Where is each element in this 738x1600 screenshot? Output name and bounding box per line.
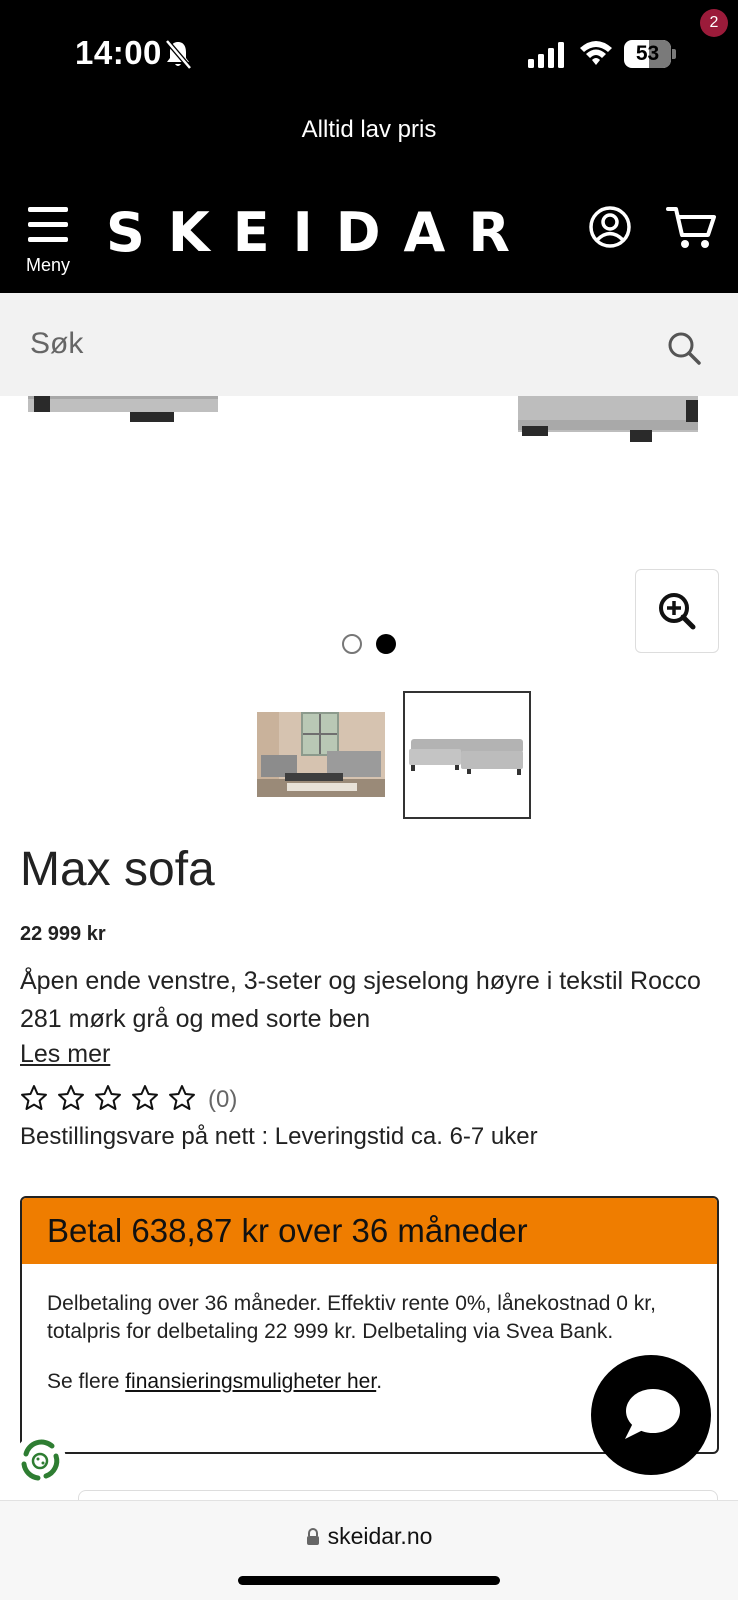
battery-indicator: 53 bbox=[624, 40, 676, 68]
star-icon bbox=[58, 1085, 84, 1110]
site-header: Meny SKEIDAR bbox=[0, 185, 738, 293]
zoom-button[interactable] bbox=[635, 569, 719, 653]
financing-options-link[interactable]: finansieringsmuligheter her bbox=[125, 1370, 376, 1393]
financing-more-suffix: . bbox=[376, 1370, 383, 1393]
browser-address-bar[interactable]: skeidar.no bbox=[0, 1500, 738, 1600]
home-indicator[interactable] bbox=[238, 1576, 500, 1585]
eco-recycle-icon[interactable] bbox=[12, 1432, 68, 1488]
read-more-link[interactable]: Les mer bbox=[20, 1040, 110, 1069]
url-text: skeidar.no bbox=[327, 1523, 433, 1549]
cart-count-badge: 2 bbox=[700, 9, 728, 37]
wifi-icon bbox=[580, 41, 612, 65]
product-price: 22 999 kr bbox=[20, 923, 106, 945]
status-bar: 14:00 53 bbox=[0, 0, 738, 105]
thumbnail-room[interactable] bbox=[257, 691, 385, 819]
url-display[interactable]: skeidar.no bbox=[0, 1523, 738, 1550]
star-icon bbox=[169, 1085, 195, 1110]
chat-bubble-icon bbox=[625, 1389, 680, 1439]
battery-level: 53 bbox=[635, 42, 660, 65]
financing-terms: Delbetaling over 36 måneder. Effektiv re… bbox=[47, 1292, 656, 1343]
financing-more-prefix: Se flere bbox=[47, 1370, 126, 1393]
carousel-dot-2[interactable] bbox=[376, 634, 396, 654]
site-logo[interactable]: SKEIDAR bbox=[106, 201, 533, 264]
product-title: Max sofa bbox=[20, 843, 215, 896]
carousel-dots bbox=[342, 634, 402, 654]
promo-banner: Alltid lav pris bbox=[0, 105, 738, 185]
account-icon[interactable] bbox=[588, 205, 632, 249]
chat-button[interactable] bbox=[591, 1355, 711, 1475]
rating-count: (0) bbox=[208, 1086, 238, 1113]
lock-icon bbox=[306, 1528, 319, 1545]
search-icon[interactable] bbox=[666, 330, 702, 366]
cellular-signal-icon bbox=[528, 42, 564, 68]
carousel-dot-1[interactable] bbox=[342, 634, 362, 654]
menu-button[interactable]: Meny bbox=[20, 205, 76, 285]
star-icon bbox=[21, 1085, 47, 1110]
hamburger-icon bbox=[28, 207, 68, 245]
product-description: Åpen ende venstre, 3-seter og sjeselong … bbox=[20, 967, 701, 1033]
bell-off-icon bbox=[165, 39, 192, 70]
financing-headline: Betal 638,87 kr over 36 måneder bbox=[22, 1198, 717, 1264]
zoom-in-icon bbox=[659, 593, 696, 630]
delivery-info: Bestillingsvare på nett : Leveringstid c… bbox=[20, 1123, 538, 1150]
status-time: 14:00 bbox=[75, 34, 162, 71]
star-icon bbox=[132, 1085, 158, 1110]
cart-icon[interactable] bbox=[666, 203, 718, 253]
star-icon bbox=[95, 1085, 121, 1110]
search-bar bbox=[0, 293, 738, 396]
thumbnail-sofa[interactable] bbox=[403, 691, 531, 819]
menu-label: Meny bbox=[25, 255, 70, 275]
search-input[interactable] bbox=[30, 321, 650, 367]
